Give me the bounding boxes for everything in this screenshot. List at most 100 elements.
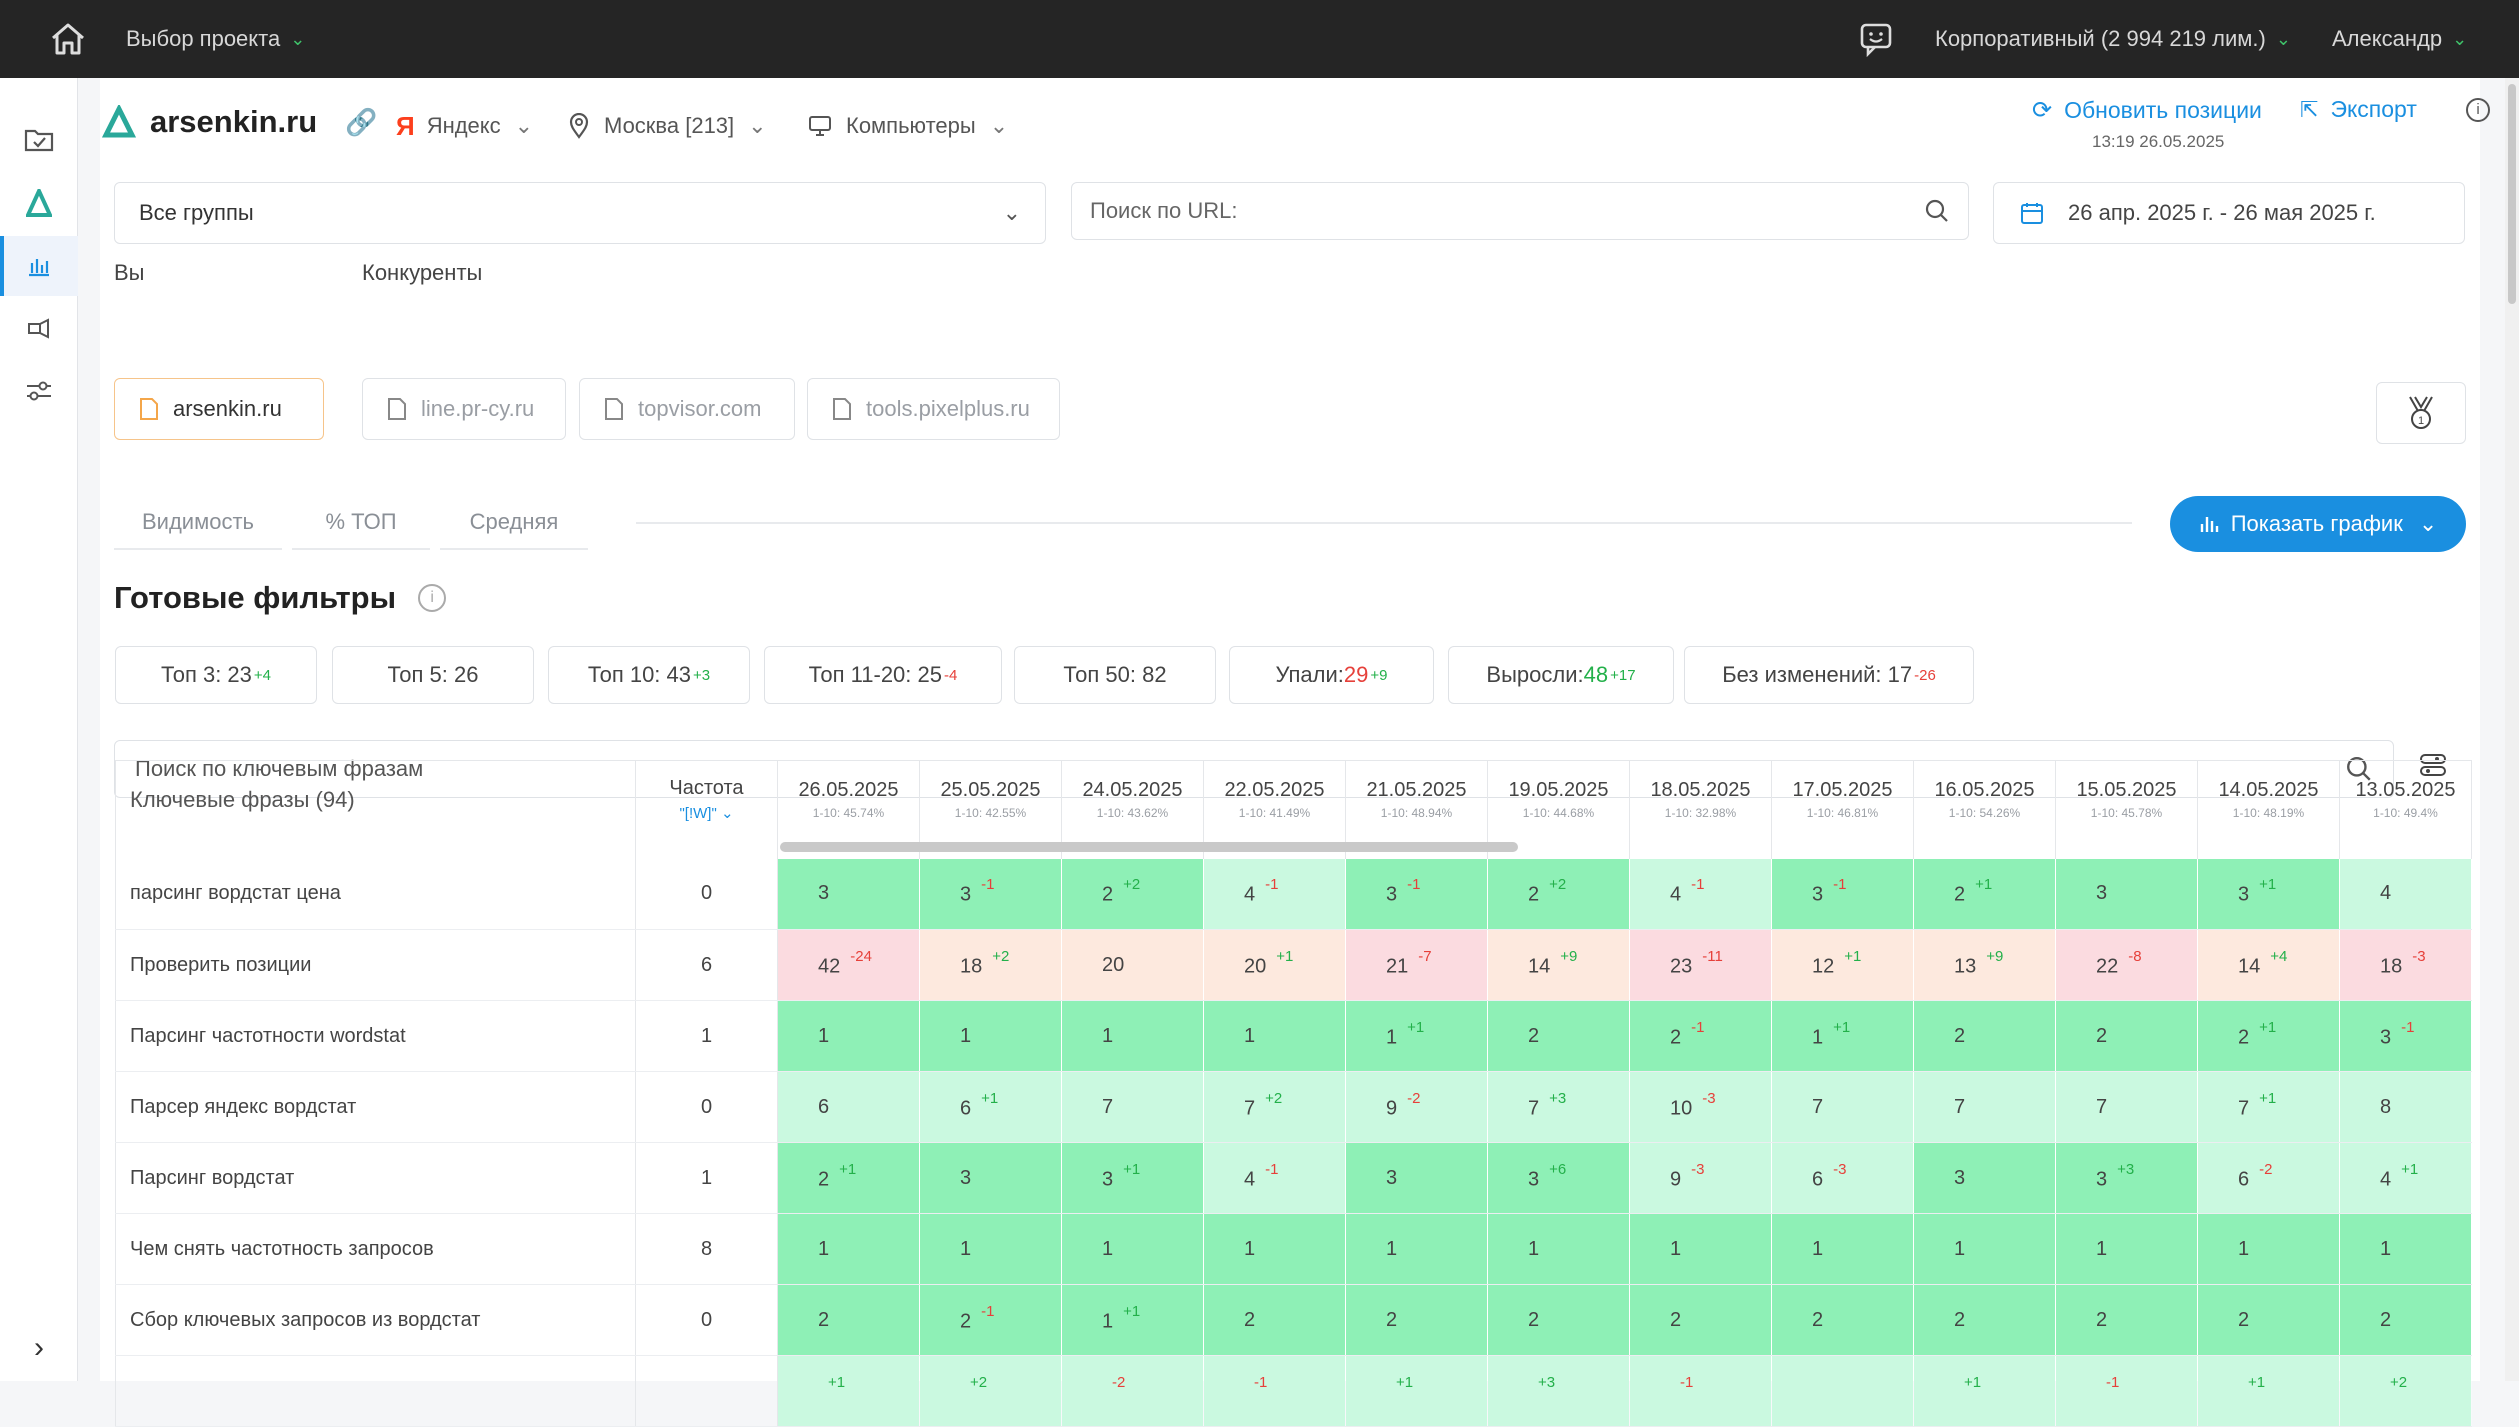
date-column-header[interactable]: 22.05.2025 1-10: 41.49%	[1203, 760, 1346, 839]
position-cell[interactable]: 1	[1629, 1213, 1772, 1285]
date-column-header[interactable]: 14.05.2025 1-10: 48.19%	[2197, 760, 2340, 839]
position-cell[interactable]: 1	[1345, 1213, 1488, 1285]
position-cell[interactable]: 1	[777, 1000, 920, 1072]
position-cell[interactable]: 2 +1	[1913, 858, 2056, 930]
your-site-tag[interactable]: arsenkin.ru	[114, 378, 324, 440]
position-cell[interactable]: 3 -1	[919, 858, 1062, 930]
position-cell[interactable]: 2	[2339, 1284, 2472, 1356]
position-cell[interactable]: 4	[2339, 858, 2472, 930]
filter-chip[interactable]: Топ 50: 82	[1014, 646, 1216, 704]
position-cell[interactable]: -2	[1061, 1355, 1204, 1427]
position-cell[interactable]: 4 +1	[2339, 1142, 2472, 1214]
position-cell[interactable]: 6	[777, 1071, 920, 1143]
export-button[interactable]: ⇱ Экспорт	[2300, 96, 2417, 123]
position-cell[interactable]: 2	[2055, 1000, 2198, 1072]
date-column-header[interactable]: 24.05.2025 1-10: 43.62%	[1061, 760, 1204, 839]
position-cell[interactable]: 4 -1	[1203, 1142, 1346, 1214]
position-cell[interactable]: 3 +1	[2197, 858, 2340, 930]
position-cell[interactable]: 3	[1345, 1142, 1488, 1214]
position-cell[interactable]: 1	[2339, 1213, 2472, 1285]
keyword-cell[interactable]: Парсинг частотности wordstat	[115, 1000, 636, 1072]
sidebar-item-projects[interactable]	[0, 110, 78, 170]
position-cell[interactable]: 1	[919, 1000, 1062, 1072]
position-cell[interactable]: 9 -3	[1629, 1142, 1772, 1214]
position-cell[interactable]: 2 +2	[1487, 858, 1630, 930]
tab-average[interactable]: Средняя	[440, 496, 588, 550]
keyword-cell[interactable]: Чем снять частотность запросов	[115, 1213, 636, 1285]
table-row[interactable]: Сбор ключевых запросов из вордстат 0 2 2 -1 1…	[115, 1284, 2472, 1356]
position-cell[interactable]: 2 +1	[2197, 1000, 2340, 1072]
position-cell[interactable]: +2	[2339, 1355, 2472, 1427]
position-cell[interactable]: 21 -7	[1345, 929, 1488, 1001]
position-cell[interactable]: -1	[2055, 1355, 2198, 1427]
position-cell[interactable]: 13 +9	[1913, 929, 2056, 1001]
position-cell[interactable]: 4 -1	[1629, 858, 1772, 930]
date-column-header[interactable]: 13.05.2025 1-10: 49.4%	[2339, 760, 2472, 839]
update-positions-button[interactable]: ⟳ Обновить позиции	[2032, 96, 2262, 125]
position-cell[interactable]: 7	[2055, 1071, 2198, 1143]
home-icon[interactable]	[48, 0, 88, 78]
keyword-cell[interactable]: Проверить позиции	[115, 929, 636, 1001]
table-row[interactable]: Чем снять частотность запросов 8 1 1 1 1 1 1 1 1 1…	[115, 1213, 2472, 1285]
position-cell[interactable]: 6 +1	[919, 1071, 1062, 1143]
account-select[interactable]: Корпоративный (2 994 219 лим.) ⌄	[1935, 0, 2291, 78]
info-icon[interactable]: i	[418, 584, 447, 612]
position-cell[interactable]: 3	[2055, 858, 2198, 930]
sidebar-item-settings[interactable]	[0, 361, 78, 421]
date-column-header[interactable]: 21.05.2025 1-10: 48.94%	[1345, 760, 1488, 839]
position-cell[interactable]: 20 +1	[1203, 929, 1346, 1001]
position-cell[interactable]: 1	[1487, 1213, 1630, 1285]
sidebar-item-tools[interactable]	[0, 298, 78, 358]
keyword-cell[interactable]: Парсинг вордстат	[115, 1142, 636, 1214]
position-cell[interactable]: -1	[1203, 1355, 1346, 1427]
position-cell[interactable]: 7 +1	[2197, 1071, 2340, 1143]
position-cell[interactable]: +3	[1487, 1355, 1630, 1427]
position-cell[interactable]: 42 -24	[777, 929, 920, 1001]
position-cell[interactable]: 18 -3	[2339, 929, 2472, 1001]
position-cell[interactable]: +1	[1913, 1355, 2056, 1427]
search-icon[interactable]	[1924, 198, 1950, 224]
tab-visibility[interactable]: Видимость	[114, 496, 282, 550]
position-cell[interactable]: 2 +2	[1061, 858, 1204, 930]
position-cell[interactable]: 3 +6	[1487, 1142, 1630, 1214]
groups-select[interactable]: Все группы ⌄	[114, 182, 1046, 244]
filter-chip[interactable]: Выросли: 48 +17	[1448, 646, 1674, 704]
position-cell[interactable]: 1	[1061, 1213, 1204, 1285]
position-cell[interactable]: 12 +1	[1771, 929, 1914, 1001]
position-cell[interactable]: 20	[1061, 929, 1204, 1001]
keyword-cell[interactable]	[115, 1355, 636, 1427]
position-cell[interactable]: 3	[777, 858, 920, 930]
project-select[interactable]: Выбор проекта ⌄	[126, 0, 305, 78]
position-cell[interactable]: 1 +1	[1061, 1284, 1204, 1356]
sidebar-item-positions[interactable]	[0, 236, 78, 296]
date-column-header[interactable]: 25.05.2025 1-10: 42.55%	[919, 760, 1062, 839]
medal-button[interactable]: 1	[2376, 382, 2466, 444]
position-cell[interactable]: 7 +2	[1203, 1071, 1346, 1143]
position-cell[interactable]: 1	[1771, 1213, 1914, 1285]
position-cell[interactable]: 2	[2055, 1284, 2198, 1356]
position-cell[interactable]: 1	[2197, 1213, 2340, 1285]
position-cell[interactable]: 1	[1203, 1000, 1346, 1072]
position-cell[interactable]: 22 -8	[2055, 929, 2198, 1001]
filter-chip[interactable]: Топ 10: 43 +3	[548, 646, 750, 704]
position-cell[interactable]: 2	[1345, 1284, 1488, 1356]
position-cell[interactable]: 3 -1	[1771, 858, 1914, 930]
position-cell[interactable]: +1	[2197, 1355, 2340, 1427]
position-cell[interactable]: 9 -2	[1345, 1071, 1488, 1143]
position-cell[interactable]: 3 +3	[2055, 1142, 2198, 1214]
table-row[interactable]: Парсинг частотности wordstat 1 1 1 1 1 1 +1 2 2 -1…	[115, 1000, 2472, 1072]
position-cell[interactable]: 2 -1	[919, 1284, 1062, 1356]
position-cell[interactable]: 2	[1629, 1284, 1772, 1356]
position-cell[interactable]: 7	[1913, 1071, 2056, 1143]
keyword-cell[interactable]: парсинг вордстат цена	[115, 858, 636, 930]
position-cell[interactable]: 7 +3	[1487, 1071, 1630, 1143]
position-cell[interactable]: 2	[2197, 1284, 2340, 1356]
position-cell[interactable]: +2	[919, 1355, 1062, 1427]
position-cell[interactable]: +1	[777, 1355, 920, 1427]
date-column-header[interactable]: 18.05.2025 1-10: 32.98%	[1629, 760, 1772, 839]
date-column-header[interactable]: 17.05.2025 1-10: 46.81%	[1771, 760, 1914, 839]
region-select[interactable]: Москва [213] ⌄	[568, 108, 767, 144]
position-cell[interactable]: 1	[1913, 1213, 2056, 1285]
position-cell[interactable]: 1	[1203, 1213, 1346, 1285]
position-cell[interactable]: 14 +9	[1487, 929, 1630, 1001]
